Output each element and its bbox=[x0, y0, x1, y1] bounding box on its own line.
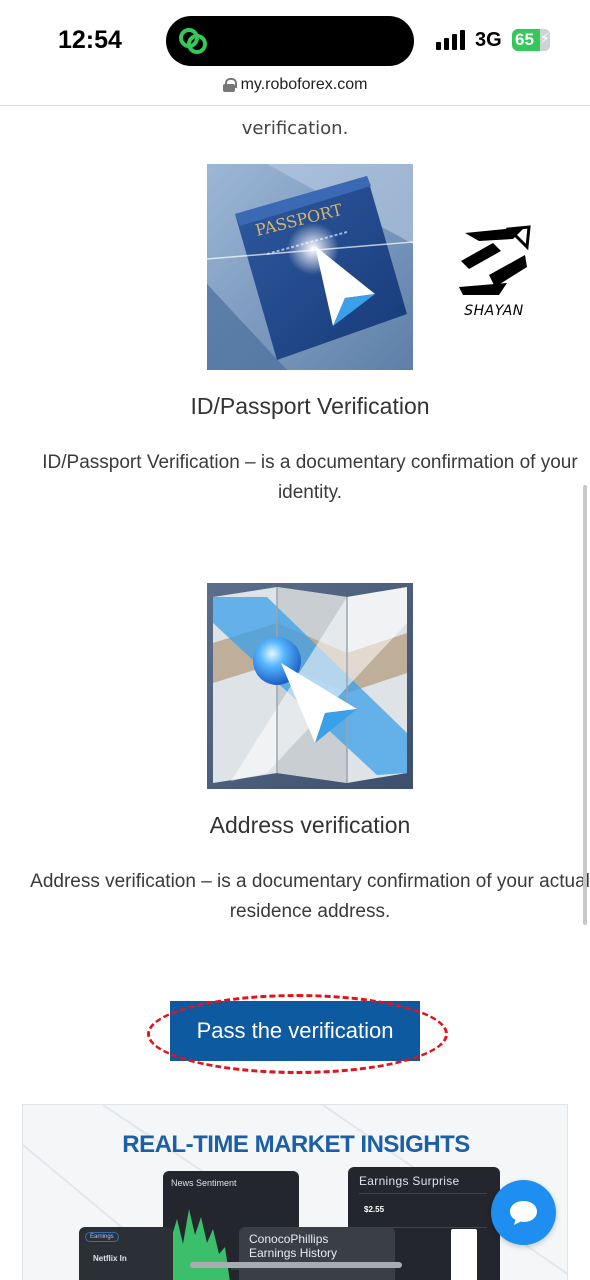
earnings-value: $2.55 bbox=[364, 1205, 385, 1214]
pass-verification-button[interactable]: Pass the verification bbox=[170, 1001, 420, 1061]
watermark-text: SHAYAN bbox=[464, 303, 524, 319]
earnings-surprise-title: Earnings Surprise bbox=[359, 1174, 460, 1188]
earnings-pill: Earnings bbox=[85, 1232, 119, 1242]
news-sentiment-title: News Sentiment bbox=[171, 1178, 237, 1188]
page-content: verification. PASSPORT SHAYAN ID/Passpor… bbox=[0, 107, 590, 1280]
dynamic-island bbox=[166, 16, 414, 66]
address-verification-title: Address verification bbox=[209, 812, 411, 838]
netflix-card-title: Netflix In bbox=[93, 1254, 127, 1263]
chat-button[interactable] bbox=[491, 1180, 556, 1245]
market-insights-banner[interactable]: REAL-TIME MARKET INSIGHTS News Sentiment… bbox=[22, 1104, 568, 1280]
banner-title: REAL-TIME MARKET INSIGHTS bbox=[122, 1131, 470, 1158]
netflix-earnings-card: Earnings Netflix In bbox=[79, 1227, 173, 1280]
previous-section-text: verification. bbox=[241, 118, 349, 139]
id-passport-description: ID/Passport Verification – is a document… bbox=[42, 452, 578, 503]
cellular-signal-icon bbox=[436, 30, 466, 50]
status-bar: 12:54 3G 65 ⚡ bbox=[0, 0, 590, 74]
lock-icon bbox=[222, 78, 237, 92]
chat-bubble-icon bbox=[510, 1201, 537, 1225]
page-scrollbar[interactable] bbox=[583, 485, 587, 925]
conoco-title-line2: Earnings History bbox=[249, 1246, 338, 1260]
cut-off-text-line bbox=[145, 107, 315, 115]
map-image bbox=[207, 583, 413, 789]
home-indicator[interactable] bbox=[190, 1262, 402, 1268]
network-type: 3G bbox=[475, 29, 502, 51]
shayan-watermark-logo: SHAYAN bbox=[455, 225, 533, 325]
status-time: 12:54 bbox=[58, 26, 122, 54]
conocophillips-card: ConocoPhillips Earnings History bbox=[239, 1227, 395, 1280]
browser-address-bar[interactable]: my.roboforex.com bbox=[0, 74, 590, 106]
address-verification-description: Address verification – is a documentary … bbox=[30, 871, 590, 922]
conoco-title-line1: ConocoPhillips bbox=[249, 1232, 329, 1246]
link-app-icon bbox=[179, 28, 207, 54]
id-passport-title: ID/Passport Verification bbox=[190, 393, 430, 419]
passport-image: PASSPORT bbox=[207, 164, 413, 370]
white-panel bbox=[451, 1229, 477, 1280]
charging-bolt-icon: ⚡ bbox=[540, 31, 550, 47]
url-text: my.roboforex.com bbox=[240, 76, 368, 93]
